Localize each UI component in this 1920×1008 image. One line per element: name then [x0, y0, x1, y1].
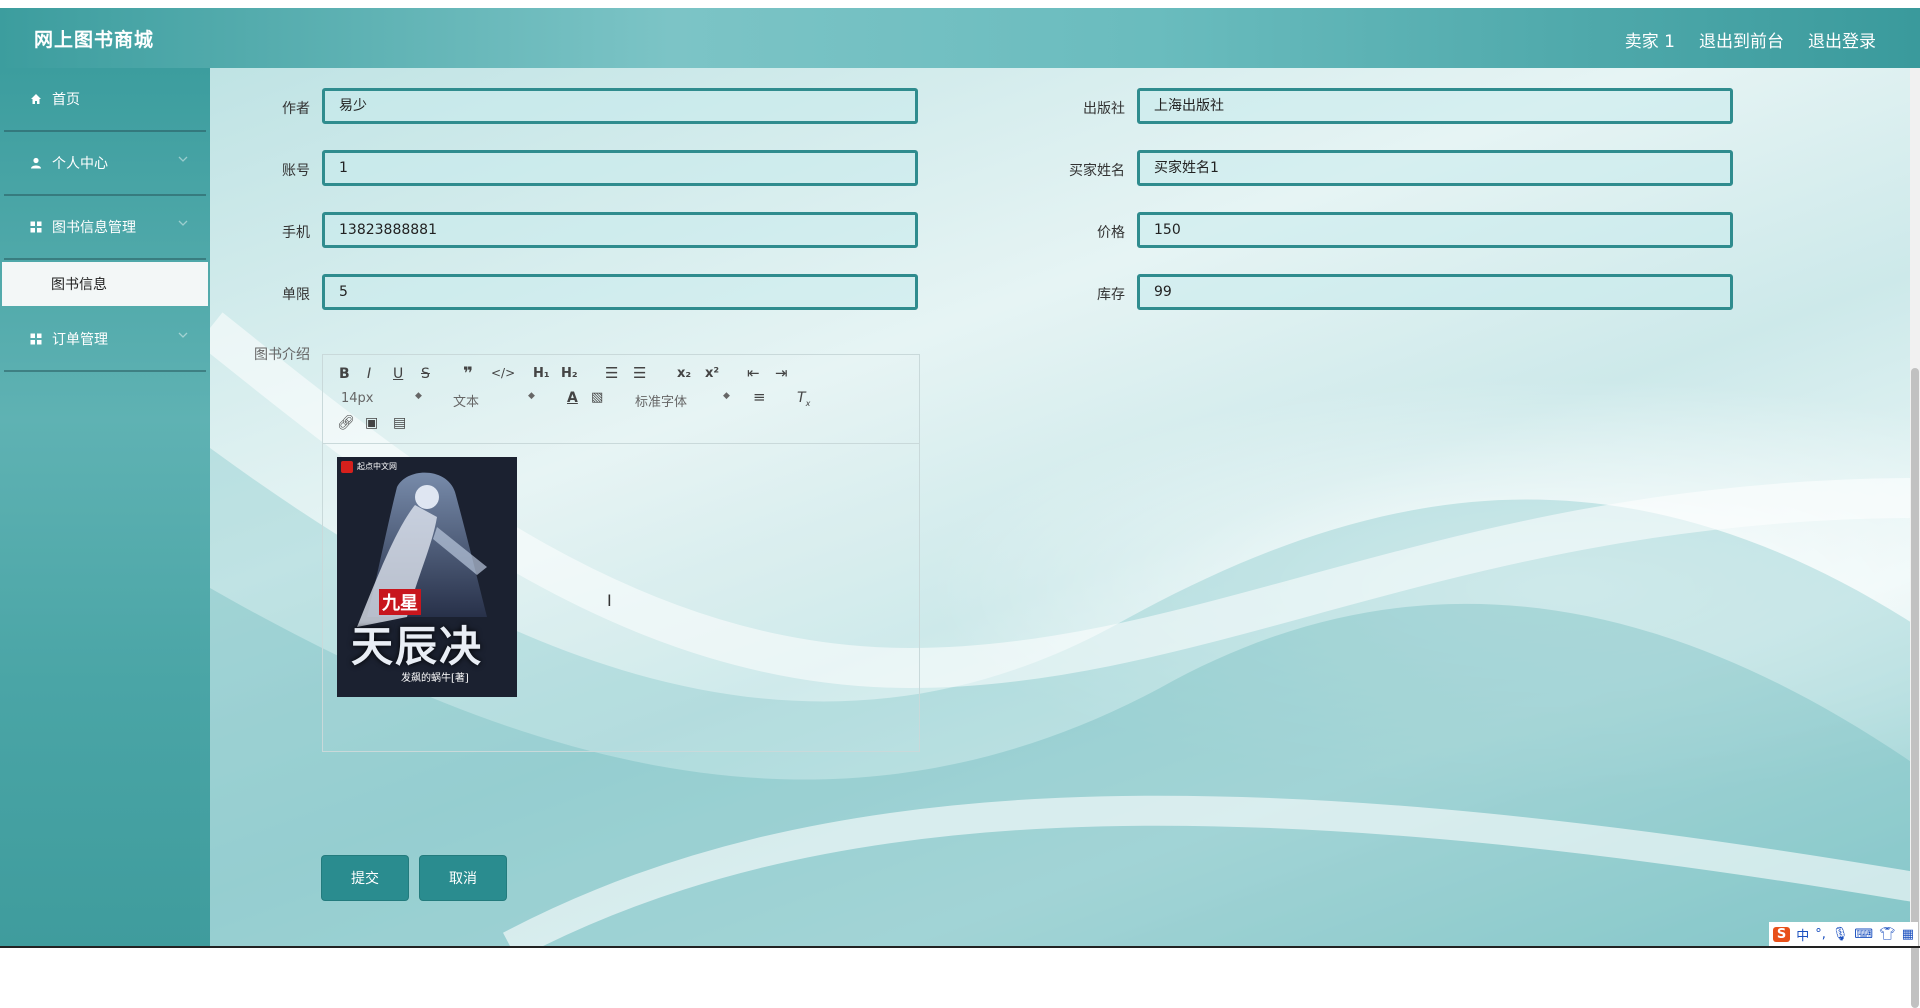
italic-icon[interactable]: I [367, 366, 371, 382]
author-label: 作者 [282, 101, 310, 117]
cover-author: 发飙的蜗牛[著] [401, 673, 469, 684]
sogou-icon[interactable]: S [1772, 926, 1791, 942]
sidebar-item-label: 首页 [52, 92, 80, 108]
sidebar-item-label: 订单管理 [52, 332, 108, 348]
limit-field[interactable]: 5 [322, 274, 918, 310]
cover-title-top: 九星 [379, 589, 421, 615]
link-icon[interactable]: 🔗︎ [337, 415, 355, 431]
rich-text-editor[interactable]: B I U S ❞ </> H₁ H₂ ☰ ☰ x₂ x² ⇤ ⇥ 14px ◆… [322, 354, 920, 752]
top-bar: 网上图书商城 卖家 1 退出到前台 退出登录 [0, 8, 1920, 68]
sidebar-item-home[interactable]: 首页 [4, 68, 206, 132]
code-icon[interactable]: </> [491, 366, 515, 380]
align-icon[interactable]: ≡ [753, 388, 766, 406]
outdent-icon[interactable]: ⇤ [747, 364, 760, 382]
chevron-updown-icon: ◆ [415, 391, 422, 401]
user-icon [31, 157, 41, 169]
chevron-down-icon [178, 220, 188, 226]
keyboard-icon[interactable]: ⌨︎ [1854, 927, 1873, 942]
chevron-updown-icon: ◆ [528, 391, 535, 401]
ordered-list-icon[interactable]: ☰ [605, 364, 618, 382]
chevron-down-icon [178, 332, 188, 338]
book-cover-image: 起点中文网 九星 天辰决 发飙的蜗牛[著] [337, 457, 517, 697]
intro-label: 图书介绍 [254, 347, 310, 363]
background-color-icon[interactable]: ▧ [591, 390, 603, 405]
bullet-list-icon[interactable]: ☰ [633, 364, 646, 382]
home-icon [31, 94, 41, 104]
font-family-select[interactable]: 标准字体 [635, 391, 687, 410]
sidebar-item-label: 图书信息管理 [52, 220, 136, 236]
chevron-down-icon [178, 156, 188, 162]
scrollbar[interactable] [1910, 68, 1920, 1008]
current-user-link[interactable]: 卖家 1 [1625, 27, 1675, 52]
strike-icon[interactable]: S [421, 366, 430, 382]
buyer-name-field[interactable]: 买家姓名1 [1137, 150, 1733, 186]
format-select[interactable]: 文本 [453, 391, 479, 410]
cover-site-text: 起点中文网 [357, 462, 397, 471]
skin-icon[interactable]: 👕︎ [1879, 927, 1896, 942]
text-cursor-icon: I [607, 591, 612, 610]
punctuation-icon[interactable]: °, [1815, 927, 1826, 942]
bold-icon[interactable]: B [339, 366, 350, 382]
heading1-icon[interactable]: H₁ [533, 366, 550, 381]
sidebar-item-label: 个人中心 [52, 156, 108, 172]
indent-icon[interactable]: ⇥ [775, 364, 788, 382]
microphone-icon[interactable]: 🎙︎ [1832, 927, 1849, 942]
stock-label: 库存 [1097, 287, 1125, 303]
submit-button[interactable]: 提交 [322, 856, 408, 900]
heading2-icon[interactable]: H₂ [561, 366, 578, 381]
sidebar-item-order-management[interactable]: 订单管理 [4, 308, 206, 372]
scrollbar-thumb[interactable] [1911, 368, 1919, 1008]
grid-icon [30, 333, 42, 345]
superscript-icon[interactable]: x² [705, 366, 719, 381]
clear-format-icon[interactable]: Tx [797, 390, 810, 408]
logout-link[interactable]: 退出登录 [1808, 27, 1876, 52]
publisher-field[interactable]: 上海出版社 [1137, 88, 1733, 124]
main-content: 作者 易少 账号 1 手机 13823888881 单限 5 出版社 上海出版社… [210, 68, 1920, 946]
sidebar: 首页 个人中心 图书信息管理 图书信息 订单管理 [0, 68, 210, 946]
grid-icon [30, 221, 42, 233]
phone-label: 手机 [282, 225, 310, 241]
video-icon[interactable]: ▤ [393, 415, 406, 431]
price-field[interactable]: 150 [1137, 212, 1733, 248]
phone-field[interactable]: 13823888881 [322, 212, 918, 248]
sidebar-subitem-book-info[interactable]: 图书信息 [2, 262, 208, 306]
account-label: 账号 [282, 163, 310, 179]
quote-icon[interactable]: ❞ [463, 364, 473, 384]
cover-title-main: 天辰决 [351, 622, 484, 671]
stock-field[interactable]: 99 [1137, 274, 1733, 310]
top-links: 卖家 1 退出到前台 退出登录 [1625, 27, 1876, 52]
account-field[interactable]: 1 [322, 150, 918, 186]
image-icon[interactable]: ▣ [365, 415, 378, 431]
buyer-name-label: 买家姓名 [1069, 163, 1125, 179]
site-title: 网上图书商城 [34, 29, 155, 51]
back-to-frontend-link[interactable]: 退出到前台 [1699, 27, 1784, 52]
publisher-label: 出版社 [1083, 101, 1125, 117]
sidebar-item-book-management[interactable]: 图书信息管理 [4, 196, 206, 260]
grid-menu-icon[interactable]: ▦ [1902, 927, 1914, 942]
sidebar-item-personal-center[interactable]: 个人中心 [4, 132, 206, 196]
editor-toolbar: B I U S ❞ </> H₁ H₂ ☰ ☰ x₂ x² ⇤ ⇥ 14px ◆… [323, 355, 919, 444]
underline-icon[interactable]: U [393, 366, 403, 382]
limit-label: 单限 [282, 287, 310, 303]
subscript-icon[interactable]: x₂ [677, 366, 691, 381]
price-label: 价格 [1097, 225, 1125, 241]
ime-toolbar[interactable]: S 中 °, 🎙︎ ⌨︎ 👕︎ ▦ [1768, 922, 1918, 946]
chevron-updown-icon: ◆ [723, 391, 730, 401]
text-color-icon[interactable]: A [567, 390, 578, 406]
cancel-button[interactable]: 取消 [420, 856, 506, 900]
author-field[interactable]: 易少 [322, 88, 918, 124]
ime-language[interactable]: 中 [1796, 925, 1809, 944]
font-size-select[interactable]: 14px [341, 391, 374, 406]
